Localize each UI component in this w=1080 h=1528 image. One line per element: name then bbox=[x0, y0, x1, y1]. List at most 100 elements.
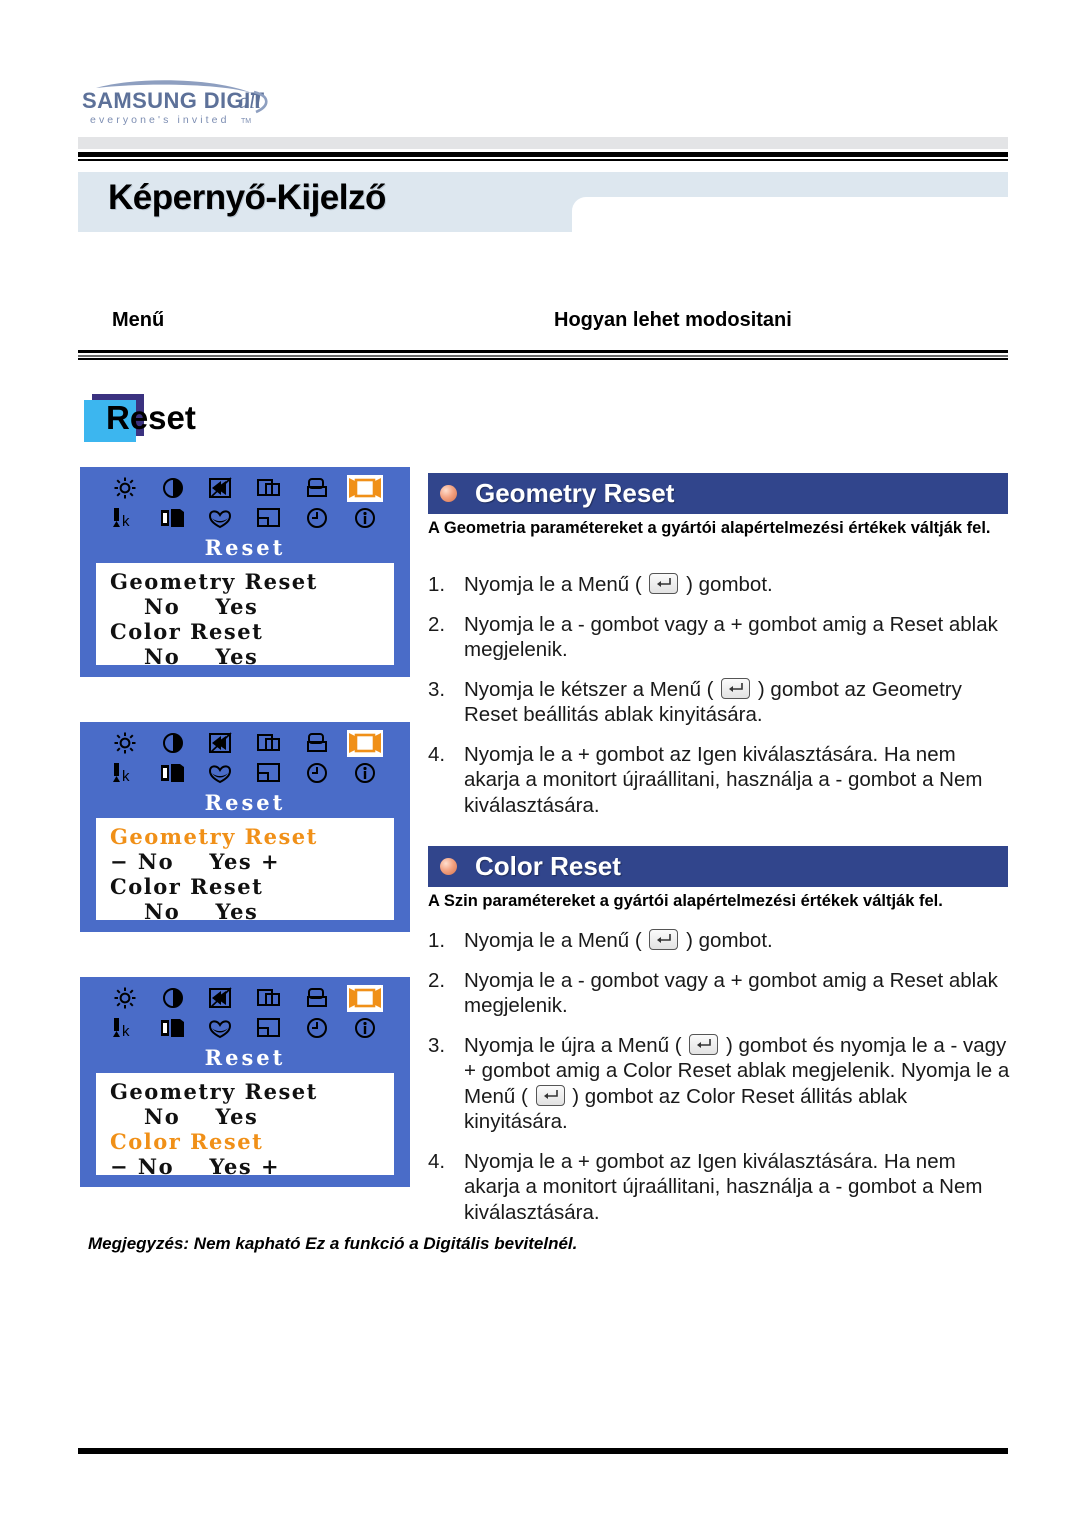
color-reset-steps: 1. Nyomja le a Menű ( ) gombot. 2. Nyomj… bbox=[428, 928, 1013, 1239]
geometry-reset-header: Geometry Reset bbox=[428, 473, 1008, 514]
footer-rule bbox=[78, 1448, 1008, 1454]
svg-text:k: k bbox=[122, 768, 130, 785]
reset-icon bbox=[347, 984, 383, 1012]
osd-row-geometry-label: Geometry Reset bbox=[110, 569, 318, 594]
menu-key-icon bbox=[535, 1084, 565, 1106]
column-rule-mid bbox=[78, 355, 1008, 357]
top-grey-band bbox=[78, 137, 1008, 149]
step-text-pre: Nyomja le újra a Menű ( bbox=[464, 1033, 688, 1057]
osd-icon-row-1 bbox=[82, 473, 408, 503]
osd-row-geometry-label: Geometry Reset bbox=[110, 824, 318, 849]
osd-menu-title: Reset bbox=[204, 1045, 286, 1070]
color-reset-description: A Szin paramétereket a gyártói alapértel… bbox=[428, 892, 943, 910]
osd-icon-grid: k bbox=[82, 983, 408, 1045]
step-number: 1. bbox=[428, 929, 446, 952]
color-temperature-icon: k bbox=[107, 760, 143, 787]
manual-page: SAMSUNG DIGIT all everyone's invited TM … bbox=[0, 0, 1080, 1528]
image-lock-icon bbox=[203, 475, 239, 502]
color-control-icon bbox=[155, 1015, 191, 1042]
contrast-icon bbox=[155, 475, 191, 502]
step-number: 4. bbox=[428, 742, 446, 766]
osd-menu-title: Reset bbox=[204, 790, 286, 815]
step-text-pre: Nyomja le a + gombot az Igen kiválasztás… bbox=[464, 742, 983, 817]
h-position-icon bbox=[251, 730, 287, 757]
list-item: 1. Nyomja le a Menű ( ) gombot. bbox=[428, 928, 1013, 954]
step-text-post: ) gombot. bbox=[680, 573, 773, 596]
section-title: Reset bbox=[106, 399, 196, 436]
step-text-pre: Nyomja le kétszer a Menű ( bbox=[464, 677, 720, 701]
svg-text:TM: TM bbox=[241, 118, 251, 125]
image-sharpness-icon bbox=[203, 505, 239, 532]
svg-text:k: k bbox=[122, 513, 130, 530]
image-sharpness-icon bbox=[203, 1015, 239, 1042]
information-icon bbox=[347, 760, 383, 787]
step-text-pre: Nyomja le a Menű ( bbox=[464, 573, 648, 596]
image-lock-icon bbox=[203, 730, 239, 757]
osd-screenshot-color-selected: k Reset Geometry Reset No Yes Color Rese… bbox=[80, 977, 410, 1187]
step-number: 2. bbox=[428, 612, 446, 636]
brightness-icon bbox=[107, 475, 143, 502]
step-number: 2. bbox=[428, 968, 446, 992]
osd-row-color-options: No Yes bbox=[144, 644, 259, 669]
step-text-pre: Nyomja le a - gombot vagy a + gombot ami… bbox=[464, 612, 998, 662]
step-text-pre: Nyomja le a Menű ( bbox=[464, 929, 648, 952]
list-item: 1. Nyomja le a Menű ( ) gombot. bbox=[428, 572, 1013, 598]
list-item: 2. Nyomja le a - gombot vagy a + gombot … bbox=[428, 968, 1013, 1019]
menu-key-icon bbox=[689, 1033, 719, 1055]
color-control-icon bbox=[155, 760, 191, 787]
osd-screenshot-geometry-selected: k Reset Geometry Reset − No Yes + Color … bbox=[80, 722, 410, 932]
osd-row-geometry-options: No Yes bbox=[144, 1104, 259, 1129]
menu-key-icon bbox=[649, 929, 679, 950]
osd-icon-grid: k bbox=[82, 473, 408, 535]
information-icon bbox=[347, 1015, 383, 1042]
svg-text:k: k bbox=[122, 1023, 130, 1040]
osd-panel: Geometry Reset No Yes Color Reset − No Y… bbox=[96, 1073, 394, 1179]
samsung-logo: SAMSUNG DIGIT all everyone's invited TM bbox=[78, 72, 278, 130]
osd-row-color-label: Color Reset bbox=[110, 1129, 264, 1154]
osd-row-geometry-options: − No Yes + bbox=[110, 849, 281, 874]
column-header-menu: Menű bbox=[112, 309, 165, 331]
color-control-icon bbox=[155, 505, 191, 532]
image-sharpness-icon bbox=[203, 760, 239, 787]
list-item: 3. Nyomja le újra a Menű ( ) gombot és n… bbox=[428, 1033, 1013, 1135]
osd-panel: Geometry Reset − No Yes + Color Reset No… bbox=[96, 818, 394, 924]
contrast-icon bbox=[155, 730, 191, 757]
osd-row-color-options: − No Yes + bbox=[110, 1154, 281, 1179]
column-header-howto: Hogyan lehet modositani bbox=[554, 309, 792, 331]
step-number: 4. bbox=[428, 1149, 446, 1173]
color-temperature-icon: k bbox=[107, 1015, 143, 1042]
osd-row-geometry-options: No Yes bbox=[144, 594, 259, 619]
step-number: 3. bbox=[428, 1033, 446, 1057]
step-text-pre: Nyomja le a + gombot az Igen kiválasztás… bbox=[464, 1149, 983, 1224]
osd-row-geometry-label: Geometry Reset bbox=[110, 1079, 318, 1104]
header-rule-thin bbox=[78, 159, 1008, 161]
color-temperature-icon: k bbox=[107, 505, 143, 532]
osd-icon-row-1 bbox=[82, 983, 408, 1013]
osd-icon-grid: k bbox=[82, 728, 408, 790]
osd-icon-row-2: k bbox=[82, 758, 408, 788]
information-icon bbox=[347, 505, 383, 532]
osd-row-color-label: Color Reset bbox=[110, 619, 264, 644]
geometry-reset-description: A Geometria paramétereket a gyártói alap… bbox=[428, 519, 991, 537]
step-text-post: ) gombot. bbox=[680, 929, 773, 952]
footnote-note: Megjegyzés: Nem kapható Ez a funkció a D… bbox=[88, 1234, 578, 1253]
header-rule-thick bbox=[78, 152, 1008, 157]
geometry-reset-steps: 1. Nyomja le a Menű ( ) gombot. 2. Nyomj… bbox=[428, 572, 1013, 832]
brightness-icon bbox=[107, 730, 143, 757]
column-rule-bottom bbox=[78, 358, 1008, 360]
color-reset-header: Color Reset bbox=[428, 846, 1008, 887]
osd-position-icon bbox=[251, 760, 287, 787]
osd-icon-row-2: k bbox=[82, 503, 408, 533]
svg-text:everyone's invited: everyone's invited bbox=[90, 114, 230, 126]
menu-key-icon bbox=[649, 573, 679, 594]
osd-icon-row-1 bbox=[82, 728, 408, 758]
osd-menu-title: Reset bbox=[204, 535, 286, 560]
osd-timer-icon bbox=[299, 505, 335, 532]
brightness-icon bbox=[107, 985, 143, 1012]
step-text-pre: Nyomja le a - gombot vagy a + gombot ami… bbox=[464, 968, 998, 1018]
list-item: 2. Nyomja le a - gombot vagy a + gombot … bbox=[428, 612, 1013, 663]
list-item: 3. Nyomja le kétszer a Menű ( ) gombot a… bbox=[428, 677, 1013, 728]
h-position-icon bbox=[251, 985, 287, 1012]
title-band-cutout bbox=[572, 197, 1008, 257]
step-number: 1. bbox=[428, 573, 446, 596]
